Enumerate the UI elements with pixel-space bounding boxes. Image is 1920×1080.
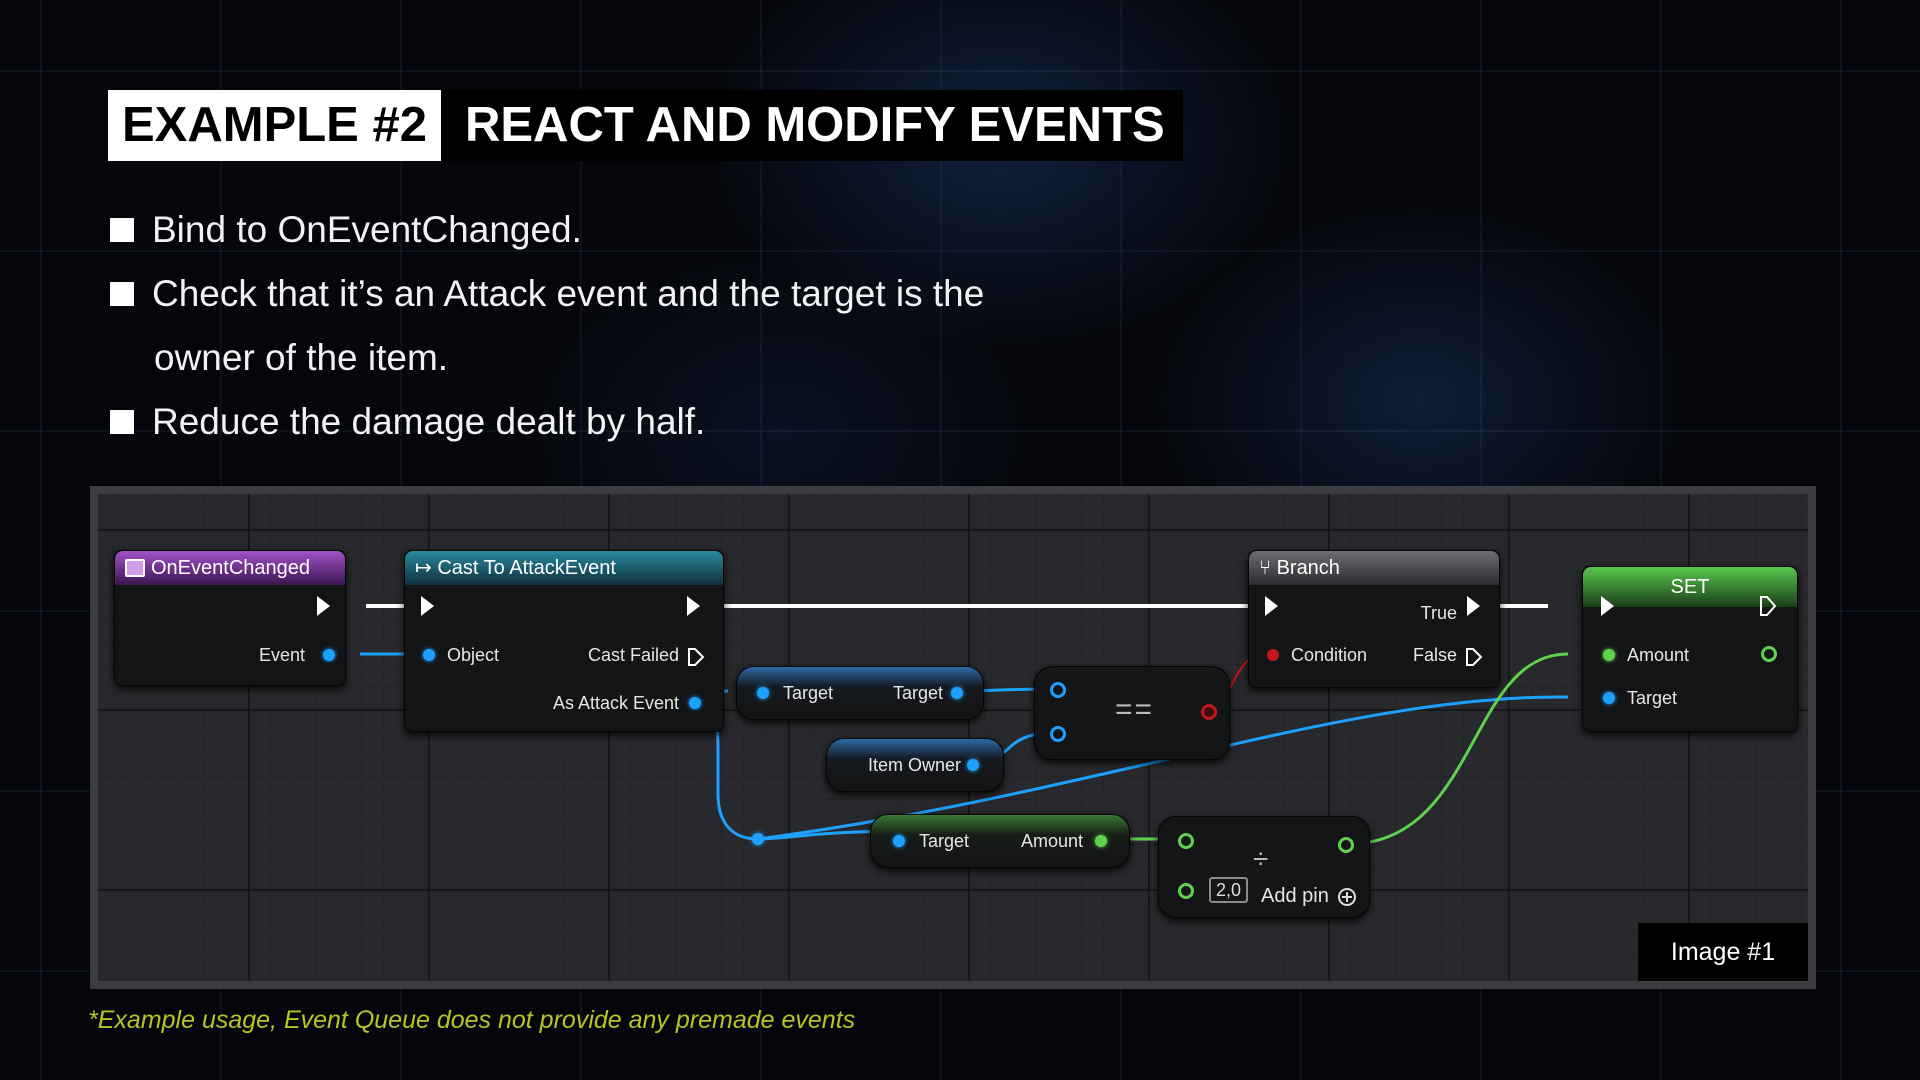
bullet-text: Reduce the damage dealt by half. — [152, 401, 706, 442]
on-event-changed-node[interactable]: OnEventChanged Event — [114, 550, 346, 686]
divide-output-pin[interactable] — [1338, 837, 1354, 853]
branch-node[interactable]: ⑂ Branch True Condition False — [1248, 550, 1500, 688]
divide-input-b-pin[interactable] — [1178, 883, 1194, 899]
amount-input-pin[interactable] — [1603, 649, 1615, 661]
node-header: ⑂ Branch — [1249, 551, 1499, 585]
equals-operator: == — [1115, 693, 1155, 726]
footnote: *Example usage, Event Queue does not pro… — [88, 1006, 856, 1034]
bullet-list: Bind to OnEventChanged. Check that it’s … — [110, 198, 1110, 454]
branch-icon: ⑂ — [1259, 557, 1271, 579]
pin-label-true: True — [1420, 603, 1457, 623]
bullet-text: Bind to OnEventChanged. — [152, 209, 582, 250]
target-input-pin[interactable] — [893, 835, 905, 847]
node-header: OnEventChanged — [115, 551, 345, 585]
pin-label-amount: Amount — [1020, 831, 1083, 851]
blueprint-screenshot: OnEventChanged Event ↦ Cast To AttackEve… — [90, 486, 1816, 989]
bullet-item: Check that it’s an Attack event and the … — [110, 262, 1110, 326]
add-pin-plus-icon[interactable] — [1337, 887, 1357, 907]
equals-result-pin[interactable] — [1201, 704, 1217, 720]
blueprint-graph-canvas[interactable]: OnEventChanged Event ↦ Cast To AttackEve… — [98, 494, 1808, 981]
node-header: ↦ Cast To AttackEvent — [405, 551, 723, 585]
exec-out-pin-icon[interactable] — [1759, 595, 1777, 617]
node-title: OnEventChanged — [151, 557, 311, 579]
exec-out-pin[interactable] — [317, 596, 330, 616]
bullet-square-icon — [110, 218, 134, 242]
cast-to-attackevent-node[interactable]: ↦ Cast To AttackEvent Object Cast Failed… — [404, 550, 724, 732]
event-output-pin[interactable] — [323, 649, 335, 661]
divide-node[interactable]: 2,0 ÷ Add pin — [1158, 816, 1370, 918]
pin-label-condition: Condition — [1291, 645, 1368, 665]
pin-label-object: Object — [447, 645, 500, 665]
amount-output-pin[interactable] — [1761, 646, 1777, 662]
event-node-icon — [125, 559, 145, 577]
title-text: REACT AND MODIFY EVENTS — [440, 90, 1183, 161]
bullet-text: Check that it’s an Attack event and the … — [152, 273, 985, 314]
as-attack-event-output-pin[interactable] — [689, 697, 701, 709]
pin-label-target-out: Target — [892, 683, 943, 703]
cast-failed-exec-pin-icon[interactable] — [687, 647, 705, 667]
pin-label-target: Target — [919, 831, 970, 851]
node-title: Cast To AttackEvent — [437, 557, 616, 579]
equals-node[interactable]: == — [1034, 666, 1230, 760]
bullet-square-icon — [110, 282, 134, 306]
divisor-value-field[interactable]: 2,0 — [1209, 877, 1249, 903]
set-node[interactable]: SET Amount Target — [1582, 566, 1798, 732]
slide-title: EXAMPLE #2 REACT AND MODIFY EVENTS — [108, 90, 1183, 161]
image-label: Image #1 — [1638, 923, 1808, 981]
cast-arrow-icon: ↦ — [415, 557, 432, 579]
false-exec-pin-icon[interactable] — [1465, 647, 1483, 667]
exec-in-pin[interactable] — [421, 596, 434, 616]
bullet-item: Reduce the damage dealt by half. — [110, 390, 1110, 454]
amount-output-pin[interactable] — [1095, 835, 1107, 847]
exec-out-pin[interactable] — [687, 596, 700, 616]
pin-label-cast-failed: Cast Failed — [587, 645, 679, 665]
pin-label-event: Event — [258, 645, 305, 665]
pin-label-as-attack-event: As Attack Event — [552, 693, 679, 713]
object-input-pin[interactable] — [423, 649, 435, 661]
item-owner-output-pin[interactable] — [967, 759, 979, 771]
bullet-square-icon — [110, 410, 134, 434]
bullet-text: owner of the item. — [154, 337, 449, 378]
target-input-pin[interactable] — [1603, 692, 1615, 704]
divide-input-a-pin[interactable] — [1178, 833, 1194, 849]
pin-label-target-in: Target — [783, 683, 834, 703]
slide: EXAMPLE #2 REACT AND MODIFY EVENTS Bind … — [0, 0, 1920, 1080]
target-output-pin[interactable] — [951, 687, 963, 699]
equals-input-b-pin[interactable] — [1050, 726, 1066, 742]
get-target-node[interactable]: Target Target — [736, 666, 984, 720]
bullet-item: Bind to OnEventChanged. — [110, 198, 1110, 262]
node-title: SET — [1670, 576, 1710, 598]
node-title: Branch — [1276, 557, 1340, 579]
pin-label-item-owner: Item Owner — [867, 755, 961, 775]
example-tag: EXAMPLE #2 — [108, 90, 441, 161]
add-pin-label[interactable]: Add pin — [1261, 885, 1329, 907]
target-input-pin[interactable] — [757, 687, 769, 699]
exec-in-pin[interactable] — [1265, 596, 1278, 616]
condition-input-pin[interactable] — [1267, 649, 1279, 661]
pin-label-target: Target — [1627, 688, 1678, 708]
divide-operator: ÷ — [1253, 843, 1271, 874]
equals-input-a-pin[interactable] — [1050, 682, 1066, 698]
pin-label-false: False — [1412, 645, 1457, 665]
exec-in-pin[interactable] — [1601, 596, 1614, 616]
item-owner-node[interactable]: Item Owner — [826, 738, 1004, 792]
get-amount-node[interactable]: Target Amount — [870, 814, 1130, 868]
bullet-continuation: owner of the item. — [110, 326, 1110, 390]
reroute-knot[interactable] — [752, 833, 764, 845]
true-exec-pin[interactable] — [1467, 596, 1480, 616]
pin-label-amount: Amount — [1627, 645, 1690, 665]
